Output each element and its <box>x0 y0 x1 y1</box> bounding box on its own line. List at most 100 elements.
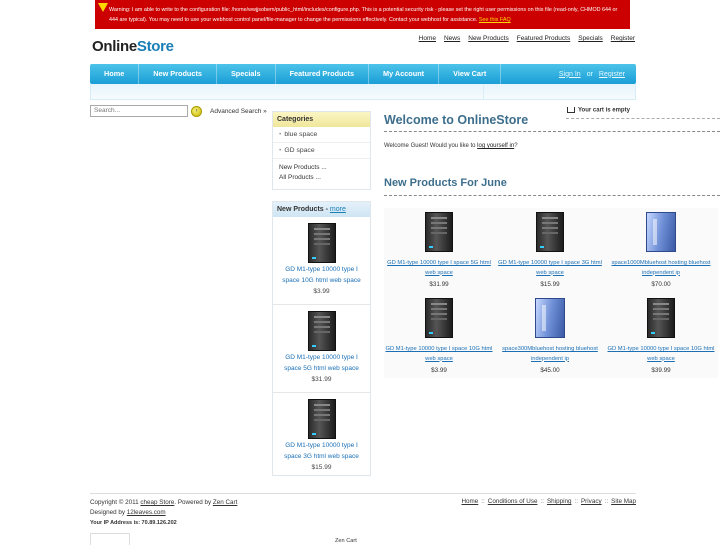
product-image[interactable] <box>384 212 494 256</box>
top-nav-news[interactable]: News <box>444 35 460 42</box>
dashed-divider <box>384 195 720 196</box>
black-server-icon[interactable] <box>308 223 336 263</box>
footer-shipping-link[interactable]: Shipping <box>547 498 572 505</box>
grid-product-5[interactable]: space300Mbluehost hosting bluehost indep… <box>495 298 605 374</box>
top-nav-new-products[interactable]: New Products <box>468 35 508 42</box>
black-server-icon[interactable] <box>308 311 336 351</box>
categories-box: Categories • blue space • GD space New Pro… <box>272 111 371 190</box>
zen-cart-link[interactable]: Zen Cart <box>213 499 238 506</box>
product-name[interactable]: GD M1-type 10000 type I space 10G html w… <box>384 345 494 364</box>
greeting-suffix: ? <box>514 143 518 149</box>
copyright-line: Copyright © 2011 cheap Store. Powered by… <box>90 498 237 508</box>
grid-product-3[interactable]: space1000Mbluehost hosting bluehost inde… <box>606 212 716 288</box>
category-blue-space[interactable]: • blue space <box>273 127 370 143</box>
footer-privacy-link[interactable]: Privacy <box>581 498 602 505</box>
search-go-button[interactable]: › <box>191 106 202 117</box>
footer-sitemap-link[interactable]: Site Map <box>611 498 636 505</box>
footer-badge-box <box>90 533 130 545</box>
product-image[interactable] <box>495 212 605 256</box>
blue-server-icon <box>535 298 565 338</box>
product-price: $39.99 <box>651 367 671 374</box>
product-price: $45.00 <box>540 367 560 374</box>
designer-link[interactable]: 12leaves.com <box>127 509 166 516</box>
nav-featured-products[interactable]: Featured Products <box>276 64 370 84</box>
cart-status[interactable]: Your cart is empty <box>567 107 630 114</box>
sidebar-product-1[interactable]: GD M1-type 10000 type I space 10G html w… <box>273 217 370 305</box>
footer-conditions-link[interactable]: Conditions of Use <box>488 498 538 505</box>
category-gd-space[interactable]: • GD space <box>273 143 370 159</box>
welcome-greeting: Welcome Guest! Would you like to log you… <box>384 143 518 149</box>
nav-new-products[interactable]: New Products <box>139 64 217 84</box>
nav-specials[interactable]: Specials <box>217 64 276 84</box>
black-server-icon <box>647 298 675 338</box>
categories-title: Categories <box>273 112 370 127</box>
logo-part-1: Online <box>92 38 137 55</box>
sidebar-product-2[interactable]: GD M1-type 10000 type I space 5G html we… <box>273 305 370 393</box>
arrow-right-icon: › <box>195 108 198 114</box>
category-misc-links: New Products ... All Products ... <box>273 159 370 183</box>
grid-product-6[interactable]: GD M1-type 10000 type I space 10G html w… <box>606 298 716 374</box>
category-label: GD space <box>284 147 315 154</box>
dashed-divider <box>566 118 720 119</box>
sidebar-new-products-box: New Products - more GD M1-type 10000 typ… <box>272 201 371 476</box>
product-price: $3.99 <box>313 288 330 295</box>
product-price: $3.99 <box>431 367 447 374</box>
top-nav-featured-products[interactable]: Featured Products <box>517 35 570 42</box>
sidebar-more-link[interactable]: more <box>330 206 346 213</box>
nav-view-cart[interactable]: View Cart <box>439 64 502 84</box>
product-image[interactable] <box>606 298 716 342</box>
top-nav-home[interactable]: Home <box>419 35 436 42</box>
powered-by-text: . Powered by <box>174 499 213 506</box>
product-name[interactable]: GD M1-type 10000 type I space 3G html we… <box>279 441 364 462</box>
cart-status-text: Your cart is empty <box>578 107 630 114</box>
product-name[interactable]: GD M1-type 10000 type I space 10G html w… <box>606 345 716 364</box>
black-server-icon[interactable] <box>308 399 336 439</box>
main-navigation-bar: Home New Products Specials Featured Prod… <box>90 64 636 84</box>
product-name[interactable]: GD M1-type 10000 type I space 10G html w… <box>279 265 364 286</box>
product-image[interactable] <box>495 298 605 342</box>
black-server-icon <box>425 212 453 252</box>
top-navigation: Home News New Products Featured Products… <box>419 35 635 42</box>
footer-credits: Copyright © 2011 cheap Store. Powered by… <box>90 498 237 528</box>
ip-address: Your IP Address is: 70.89.126.202 <box>90 520 177 526</box>
warning-icon <box>98 3 108 12</box>
product-name[interactable]: GD M1-type 10000 type I space 5G html we… <box>384 259 494 278</box>
product-name[interactable]: space300Mbluehost hosting bluehost indep… <box>495 345 605 364</box>
grid-product-1[interactable]: GD M1-type 10000 type I space 5G html we… <box>384 212 494 288</box>
search-input[interactable]: Search... <box>90 105 188 117</box>
store-link[interactable]: cheap Store <box>140 499 174 506</box>
product-image[interactable] <box>606 212 716 256</box>
register-link[interactable]: Register <box>599 71 625 78</box>
nav-home[interactable]: Home <box>90 64 140 84</box>
bullet-icon: • <box>279 147 282 154</box>
sign-in-link[interactable]: Sign In <box>559 71 581 78</box>
or-label: or <box>586 70 593 78</box>
store-logo[interactable]: OnlineStore <box>92 38 174 55</box>
product-image[interactable] <box>384 298 494 342</box>
footer-home-link[interactable]: Home <box>461 498 478 505</box>
advanced-search-link[interactable]: Advanced Search » <box>210 108 267 115</box>
top-nav-specials[interactable]: Specials <box>578 35 603 42</box>
grid-product-2[interactable]: GD M1-type 10000 type I space 3G html we… <box>495 212 605 288</box>
grid-product-4[interactable]: GD M1-type 10000 type I space 10G html w… <box>384 298 494 374</box>
sidebar-new-products-title: New Products - more <box>273 202 370 217</box>
new-products-link[interactable]: New Products ... <box>279 163 370 173</box>
product-name[interactable]: GD M1-type 10000 type I space 5G html we… <box>279 353 364 374</box>
top-nav-register[interactable]: Register <box>611 35 635 42</box>
footer-separator: :: <box>540 498 544 505</box>
nav-my-account[interactable]: My Account <box>369 64 440 84</box>
all-products-link[interactable]: All Products ... <box>279 173 370 183</box>
product-price: $15.99 <box>540 281 560 288</box>
product-name[interactable]: GD M1-type 10000 type I space 3G html we… <box>495 259 605 278</box>
product-price: $70.00 <box>651 281 671 288</box>
black-server-icon <box>425 298 453 338</box>
warning-text: Warning: I am able to write to the confi… <box>109 7 618 23</box>
copyright-text: Copyright © 2011 <box>90 499 141 506</box>
zen-cart-footer-text: Zen Cart <box>335 538 357 544</box>
product-price: $31.99 <box>429 281 449 288</box>
warning-faq-link[interactable]: See this FAQ <box>479 17 511 23</box>
product-name[interactable]: space1000Mbluehost hosting bluehost inde… <box>606 259 716 278</box>
config-warning-banner: Warning: I am able to write to the confi… <box>95 0 630 29</box>
sidebar-product-3[interactable]: GD M1-type 10000 type I space 3G html we… <box>273 393 370 481</box>
login-link[interactable]: log yourself in <box>477 143 514 149</box>
